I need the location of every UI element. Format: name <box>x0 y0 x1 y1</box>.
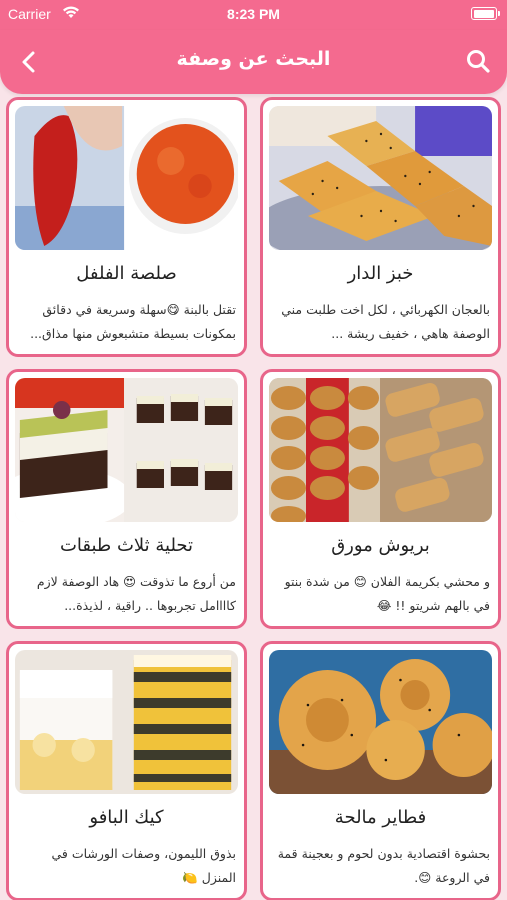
nav-bar: البحث عن وصفة <box>0 30 507 94</box>
recipe-photo <box>269 106 492 250</box>
clock: 8:23 PM <box>227 6 280 22</box>
recipe-photo <box>15 378 238 522</box>
recipe-title: فطاير مالحة <box>334 807 427 828</box>
recipe-title: بريوش مورق <box>331 535 430 556</box>
recipe-description: من أروع ما تذوقت 😍 هاد الوصفة لازم كاااا… <box>36 574 236 613</box>
battery-fill <box>473 9 494 18</box>
recipe-title: تحلية ثلاث طبقات <box>59 535 194 556</box>
recipe-title: صلصة الفلفل <box>76 263 177 284</box>
recipe-description: و محشي بكريمة الفلان 😊 من شدة بنتو في با… <box>284 574 490 613</box>
page-title: البحث عن وصفة <box>176 48 331 70</box>
recipe-card[interactable]: خبز الدار بالعجان الكهربائي ، لكل اخت طل… <box>260 97 501 357</box>
recipe-description: بحشوة اقتصادية بدون لحوم و بعجينة قمة في… <box>277 846 490 885</box>
recipe-photo <box>269 378 492 522</box>
recipe-title: كيك البافو <box>89 807 164 828</box>
status-bar: Carrier 8:23 PM <box>0 0 507 30</box>
recipe-photo <box>15 106 238 250</box>
recipe-card[interactable]: صلصة الفلفل تقتل بالبنة 😋سهلة وسريعة في … <box>6 97 247 357</box>
recipe-photo <box>269 650 492 794</box>
search-icon[interactable] <box>463 46 493 76</box>
recipe-description: بالعجان الكهربائي ، لكل اخت طلبت مني الو… <box>281 302 490 341</box>
recipe-title: خبز الدار <box>347 263 414 284</box>
recipe-photo <box>15 650 238 794</box>
recipe-card[interactable]: كيك البافو بذوق الليمون، وصفات الورشات ف… <box>6 641 247 900</box>
recipe-card[interactable]: بريوش مورق و محشي بكريمة الفلان 😊 من شدة… <box>260 369 501 629</box>
battery-icon <box>471 7 500 20</box>
recipe-description: بذوق الليمون، وصفات الورشات في المنزل 🍋 <box>51 846 236 885</box>
recipe-card[interactable]: تحلية ثلاث طبقات من أروع ما تذوقت 😍 هاد … <box>6 369 247 629</box>
recipe-card[interactable]: فطاير مالحة بحشوة اقتصادية بدون لحوم و ب… <box>260 641 501 900</box>
recipe-description: تقتل بالبنة 😋سهلة وسريعة في دقائق بمكونا… <box>30 302 236 341</box>
